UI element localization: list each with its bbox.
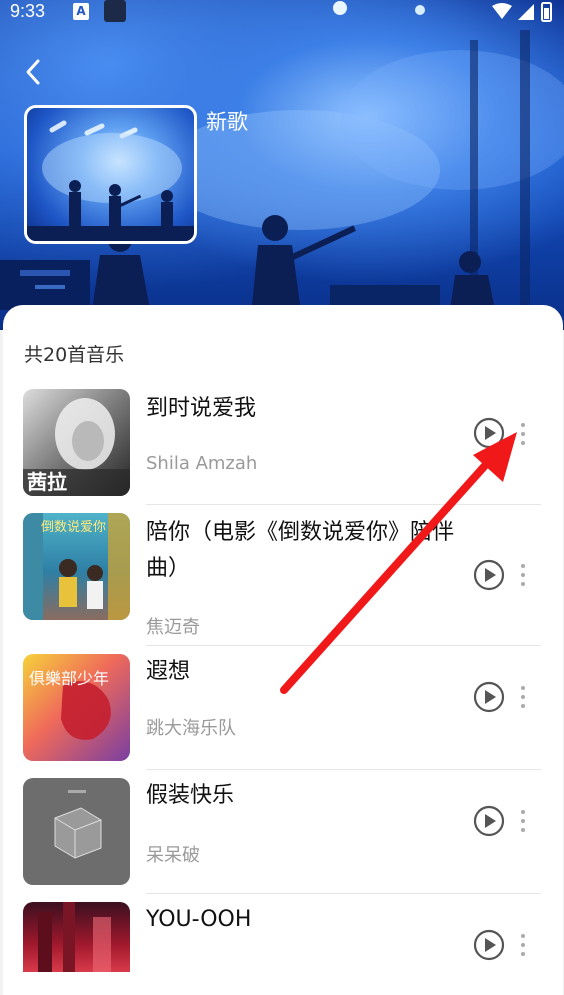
album-art [23, 778, 130, 885]
song-count-label: 共20首音乐 [24, 344, 125, 366]
album-art [23, 902, 130, 972]
more-options-button[interactable] [513, 930, 533, 960]
song-title: 遐想 [146, 659, 191, 684]
more-vertical-icon [521, 564, 525, 586]
playlist-cover [24, 105, 197, 244]
status-bar: 9:33 A [0, 0, 564, 24]
more-vertical-icon [521, 810, 525, 832]
chevron-left-icon [26, 59, 40, 85]
more-options-button[interactable] [513, 419, 533, 449]
playlist-title: 新歌 [206, 110, 248, 134]
play-button[interactable] [473, 681, 505, 713]
status-time: 9:33 [10, 1, 46, 21]
song-artist: 呆呆破 [146, 845, 200, 866]
more-vertical-icon [521, 423, 525, 445]
divider [146, 504, 541, 505]
play-circle-icon [473, 681, 505, 713]
song-artist: 跳大海乐队 [146, 718, 236, 739]
more-vertical-icon [521, 934, 525, 956]
divider [146, 769, 541, 770]
song-title: YOU-OOH [146, 907, 252, 932]
divider [146, 893, 541, 894]
play-circle-icon [473, 805, 505, 837]
song-title: 陪你（电影《倒数说爱你》陪伴曲） [146, 520, 455, 581]
song-row[interactable]: 俱樂部少年 遐想 跳大海乐队 [3, 654, 563, 769]
song-row[interactable]: YOU-OOH [3, 902, 563, 995]
song-title: 到时说爱我 [146, 396, 257, 421]
play-circle-icon [473, 559, 505, 591]
more-vertical-icon [521, 686, 525, 708]
song-row[interactable]: 假装快乐 呆呆破 [3, 778, 563, 893]
more-options-button[interactable] [513, 682, 533, 712]
play-button[interactable] [473, 559, 505, 591]
album-art-text: 俱樂部少年 [29, 669, 109, 688]
album-art-text: 茜拉 [27, 470, 67, 494]
song-artist: 焦迈奇 [146, 617, 200, 638]
play-circle-icon [473, 417, 505, 449]
more-options-button[interactable] [513, 806, 533, 836]
divider [146, 645, 541, 646]
back-button[interactable] [20, 56, 48, 88]
keyboard-a-icon: A [73, 3, 89, 20]
song-row[interactable]: 倒数说爱你 陪你（电影《倒数说爱你》陪伴曲） 焦迈奇 [3, 513, 563, 648]
play-circle-icon [473, 929, 505, 961]
wifi-icon [492, 3, 512, 19]
album-art-text: 倒数说爱你 [41, 520, 106, 535]
more-options-button[interactable] [513, 560, 533, 590]
play-button[interactable] [473, 417, 505, 449]
album-art: 茜拉 [23, 389, 130, 496]
play-button[interactable] [473, 805, 505, 837]
play-button[interactable] [473, 929, 505, 961]
status-icons [490, 2, 554, 27]
notification-square-icon [104, 0, 126, 22]
song-artist: Shila Amzah [146, 453, 258, 474]
album-art: 俱樂部少年 [23, 654, 130, 761]
song-list-panel: 共20首音乐 茜拉 到时说爱我 Shila Amzah 倒数说爱你 陪你（电影《… [3, 305, 563, 995]
album-art: 倒数说爱你 [23, 513, 130, 620]
song-title: 假装快乐 [146, 783, 235, 808]
signal-icon [518, 4, 534, 20]
song-row[interactable]: 茜拉 到时说爱我 Shila Amzah [3, 389, 563, 509]
